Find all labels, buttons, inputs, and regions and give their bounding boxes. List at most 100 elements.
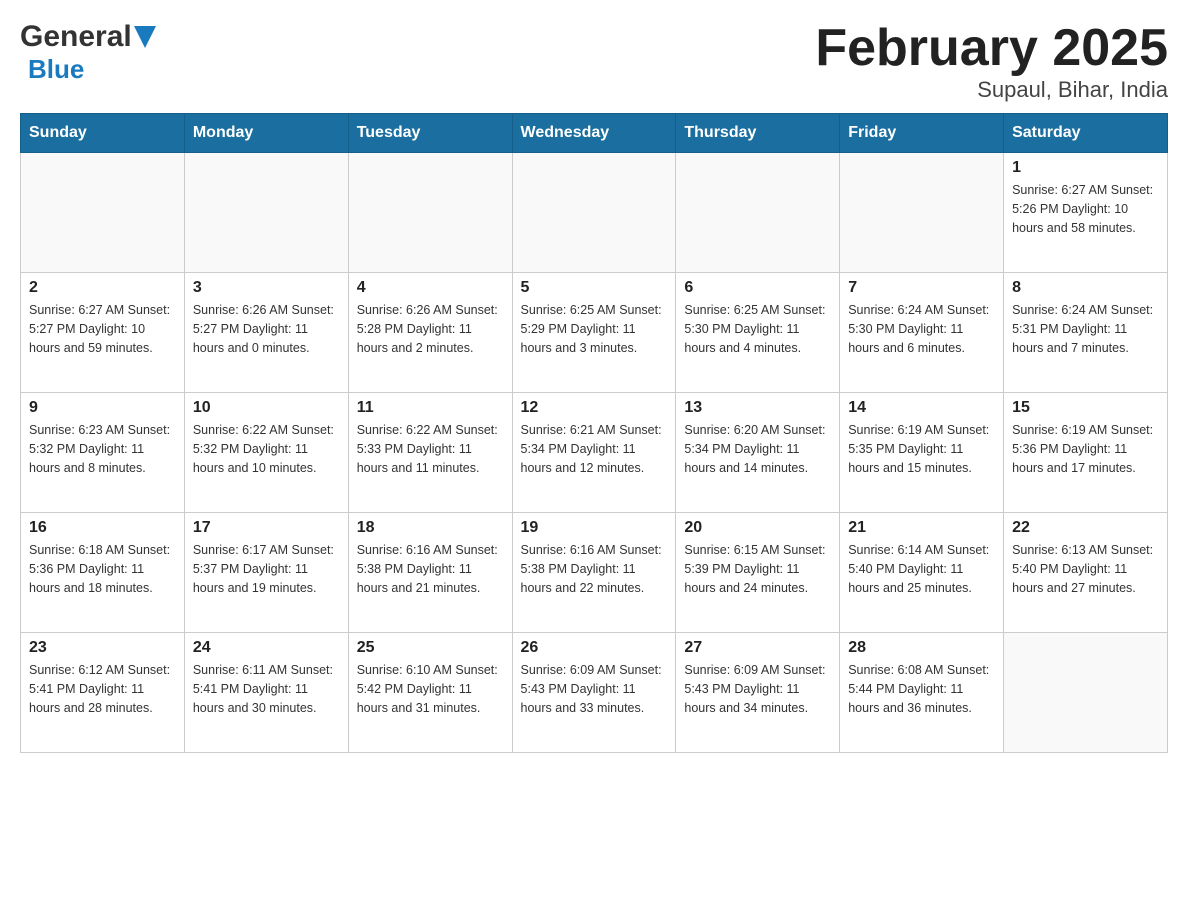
day-info: Sunrise: 6:10 AM Sunset: 5:42 PM Dayligh… [357, 661, 504, 717]
calendar-cell: 25 Sunrise: 6:10 AM Sunset: 5:42 PM Dayli… [348, 633, 512, 753]
calendar-cell: 24 Sunrise: 6:11 AM Sunset: 5:41 PM Dayli… [184, 633, 348, 753]
calendar-cell: 1Sunrise: 6:27 AM Sunset: 5:26 PM Daylig… [1004, 153, 1168, 273]
calendar-cell: 3 Sunrise: 6:26 AM Sunset: 5:27 PM Daylig… [184, 273, 348, 393]
day-info: Sunrise: 6:09 AM Sunset: 5:43 PM Dayligh… [684, 661, 831, 717]
day-number: 9 [29, 399, 176, 417]
weekday-header-wednesday: Wednesday [512, 114, 676, 153]
calendar-cell: 14 Sunrise: 6:19 AM Sunset: 5:35 PM Dayli… [840, 393, 1004, 513]
logo-blue-text: Blue [28, 54, 84, 85]
weekday-header-row: SundayMondayTuesdayWednesdayThursdayFrid… [21, 114, 1168, 153]
day-number: 16 [29, 519, 176, 537]
day-info: Sunrise: 6:22 AM Sunset: 5:33 PM Dayligh… [357, 421, 504, 477]
calendar-cell: 9Sunrise: 6:23 AM Sunset: 5:32 PM Daylig… [21, 393, 185, 513]
calendar-cell: 21Sunrise: 6:14 AM Sunset: 5:40 PM Dayli… [840, 513, 1004, 633]
weekday-header-tuesday: Tuesday [348, 114, 512, 153]
calendar-cell: 19 Sunrise: 6:16 AM Sunset: 5:38 PM Dayli… [512, 513, 676, 633]
day-number: 20 [684, 519, 831, 537]
day-info: Sunrise: 6:11 AM Sunset: 5:41 PM Dayligh… [193, 661, 340, 717]
calendar-cell: 10Sunrise: 6:22 AM Sunset: 5:32 PM Dayli… [184, 393, 348, 513]
day-number: 18 [357, 519, 504, 537]
calendar-cell [840, 153, 1004, 273]
day-number: 6 [684, 279, 831, 297]
logo-arrow-icon [134, 26, 156, 48]
calendar-cell: 6 Sunrise: 6:25 AM Sunset: 5:30 PM Daylig… [676, 273, 840, 393]
day-info: Sunrise: 6:16 AM Sunset: 5:38 PM Dayligh… [357, 541, 504, 597]
day-info: Sunrise: 6:24 AM Sunset: 5:31 PM Dayligh… [1012, 301, 1159, 357]
day-info: Sunrise: 6:25 AM Sunset: 5:30 PM Dayligh… [684, 301, 831, 357]
day-number: 25 [357, 639, 504, 657]
calendar-cell: 13Sunrise: 6:20 AM Sunset: 5:34 PM Dayli… [676, 393, 840, 513]
day-number: 11 [357, 399, 504, 417]
day-info: Sunrise: 6:16 AM Sunset: 5:38 PM Dayligh… [521, 541, 668, 597]
day-info: Sunrise: 6:13 AM Sunset: 5:40 PM Dayligh… [1012, 541, 1159, 597]
day-info: Sunrise: 6:18 AM Sunset: 5:36 PM Dayligh… [29, 541, 176, 597]
day-number: 2 [29, 279, 176, 297]
day-info: Sunrise: 6:21 AM Sunset: 5:34 PM Dayligh… [521, 421, 668, 477]
day-number: 5 [521, 279, 668, 297]
calendar-cell: 16 Sunrise: 6:18 AM Sunset: 5:36 PM Dayli… [21, 513, 185, 633]
page-title: February 2025 [815, 20, 1168, 77]
day-number: 3 [193, 279, 340, 297]
day-info: Sunrise: 6:25 AM Sunset: 5:29 PM Dayligh… [521, 301, 668, 357]
logo: General Blue [20, 20, 156, 85]
day-number: 24 [193, 639, 340, 657]
day-number: 4 [357, 279, 504, 297]
day-info: Sunrise: 6:19 AM Sunset: 5:35 PM Dayligh… [848, 421, 995, 477]
calendar-cell: 20 Sunrise: 6:15 AM Sunset: 5:39 PM Dayli… [676, 513, 840, 633]
day-number: 17 [193, 519, 340, 537]
day-number: 13 [684, 399, 831, 417]
day-number: 8 [1012, 279, 1159, 297]
calendar-week-4: 16 Sunrise: 6:18 AM Sunset: 5:36 PM Dayli… [21, 513, 1168, 633]
calendar-cell: 27 Sunrise: 6:09 AM Sunset: 5:43 PM Dayli… [676, 633, 840, 753]
day-number: 15 [1012, 399, 1159, 417]
day-info: Sunrise: 6:27 AM Sunset: 5:26 PM Dayligh… [1012, 181, 1159, 237]
calendar-week-1: 1Sunrise: 6:27 AM Sunset: 5:26 PM Daylig… [21, 153, 1168, 273]
calendar-cell: 5 Sunrise: 6:25 AM Sunset: 5:29 PM Daylig… [512, 273, 676, 393]
calendar-week-3: 9Sunrise: 6:23 AM Sunset: 5:32 PM Daylig… [21, 393, 1168, 513]
day-number: 21 [848, 519, 995, 537]
calendar-cell [1004, 633, 1168, 753]
calendar-cell: 2Sunrise: 6:27 AM Sunset: 5:27 PM Daylig… [21, 273, 185, 393]
calendar-cell: 8 Sunrise: 6:24 AM Sunset: 5:31 PM Daylig… [1004, 273, 1168, 393]
calendar-cell: 22 Sunrise: 6:13 AM Sunset: 5:40 PM Dayli… [1004, 513, 1168, 633]
calendar-week-5: 23 Sunrise: 6:12 AM Sunset: 5:41 PM Dayli… [21, 633, 1168, 753]
calendar-cell: 28 Sunrise: 6:08 AM Sunset: 5:44 PM Dayli… [840, 633, 1004, 753]
calendar-body: 1Sunrise: 6:27 AM Sunset: 5:26 PM Daylig… [21, 153, 1168, 753]
calendar-cell [348, 153, 512, 273]
day-number: 19 [521, 519, 668, 537]
calendar-cell: 11 Sunrise: 6:22 AM Sunset: 5:33 PM Dayli… [348, 393, 512, 513]
calendar-cell: 17 Sunrise: 6:17 AM Sunset: 5:37 PM Dayli… [184, 513, 348, 633]
day-info: Sunrise: 6:26 AM Sunset: 5:27 PM Dayligh… [193, 301, 340, 357]
day-info: Sunrise: 6:24 AM Sunset: 5:30 PM Dayligh… [848, 301, 995, 357]
calendar-cell: 18 Sunrise: 6:16 AM Sunset: 5:38 PM Dayli… [348, 513, 512, 633]
calendar-cell [512, 153, 676, 273]
day-number: 28 [848, 639, 995, 657]
day-number: 27 [684, 639, 831, 657]
day-info: Sunrise: 6:12 AM Sunset: 5:41 PM Dayligh… [29, 661, 176, 717]
weekday-header-friday: Friday [840, 114, 1004, 153]
day-number: 14 [848, 399, 995, 417]
day-number: 12 [521, 399, 668, 417]
calendar-cell: 4 Sunrise: 6:26 AM Sunset: 5:28 PM Daylig… [348, 273, 512, 393]
weekday-header-saturday: Saturday [1004, 114, 1168, 153]
page-subtitle: Supaul, Bihar, India [815, 77, 1168, 103]
weekday-header-thursday: Thursday [676, 114, 840, 153]
calendar-cell: 7 Sunrise: 6:24 AM Sunset: 5:30 PM Daylig… [840, 273, 1004, 393]
day-number: 7 [848, 279, 995, 297]
day-info: Sunrise: 6:22 AM Sunset: 5:32 PM Dayligh… [193, 421, 340, 477]
day-info: Sunrise: 6:08 AM Sunset: 5:44 PM Dayligh… [848, 661, 995, 717]
day-info: Sunrise: 6:09 AM Sunset: 5:43 PM Dayligh… [521, 661, 668, 717]
day-number: 26 [521, 639, 668, 657]
day-info: Sunrise: 6:17 AM Sunset: 5:37 PM Dayligh… [193, 541, 340, 597]
calendar-week-2: 2Sunrise: 6:27 AM Sunset: 5:27 PM Daylig… [21, 273, 1168, 393]
day-info: Sunrise: 6:26 AM Sunset: 5:28 PM Dayligh… [357, 301, 504, 357]
page-header: General Blue February 2025 Supaul, Bihar… [20, 20, 1168, 103]
title-area: February 2025 Supaul, Bihar, India [815, 20, 1168, 103]
calendar-header: SundayMondayTuesdayWednesdayThursdayFrid… [21, 114, 1168, 153]
calendar-cell: 12 Sunrise: 6:21 AM Sunset: 5:34 PM Dayli… [512, 393, 676, 513]
day-number: 22 [1012, 519, 1159, 537]
day-info: Sunrise: 6:15 AM Sunset: 5:39 PM Dayligh… [684, 541, 831, 597]
weekday-header-monday: Monday [184, 114, 348, 153]
calendar-cell: 23 Sunrise: 6:12 AM Sunset: 5:41 PM Dayli… [21, 633, 185, 753]
day-number: 23 [29, 639, 176, 657]
